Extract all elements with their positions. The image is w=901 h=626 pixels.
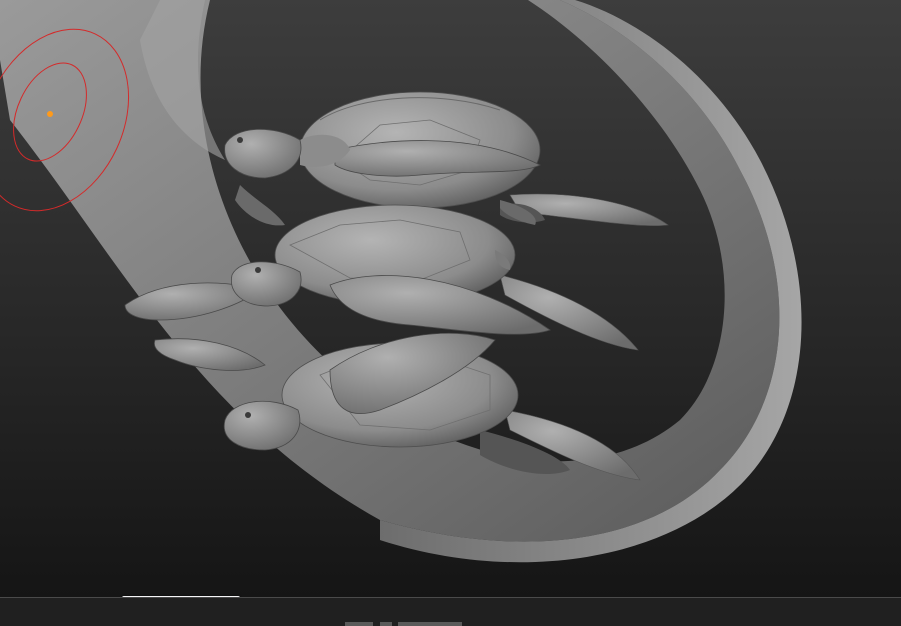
taskbar-app-indicator[interactable] — [380, 622, 392, 626]
taskbar-app-indicator[interactable] — [345, 622, 373, 626]
taskbar-app-indicator[interactable] — [398, 622, 462, 626]
3d-viewport[interactable] — [0, 0, 901, 597]
taskbar — [0, 597, 901, 626]
sculpt-canvas[interactable] — [0, 0, 901, 597]
